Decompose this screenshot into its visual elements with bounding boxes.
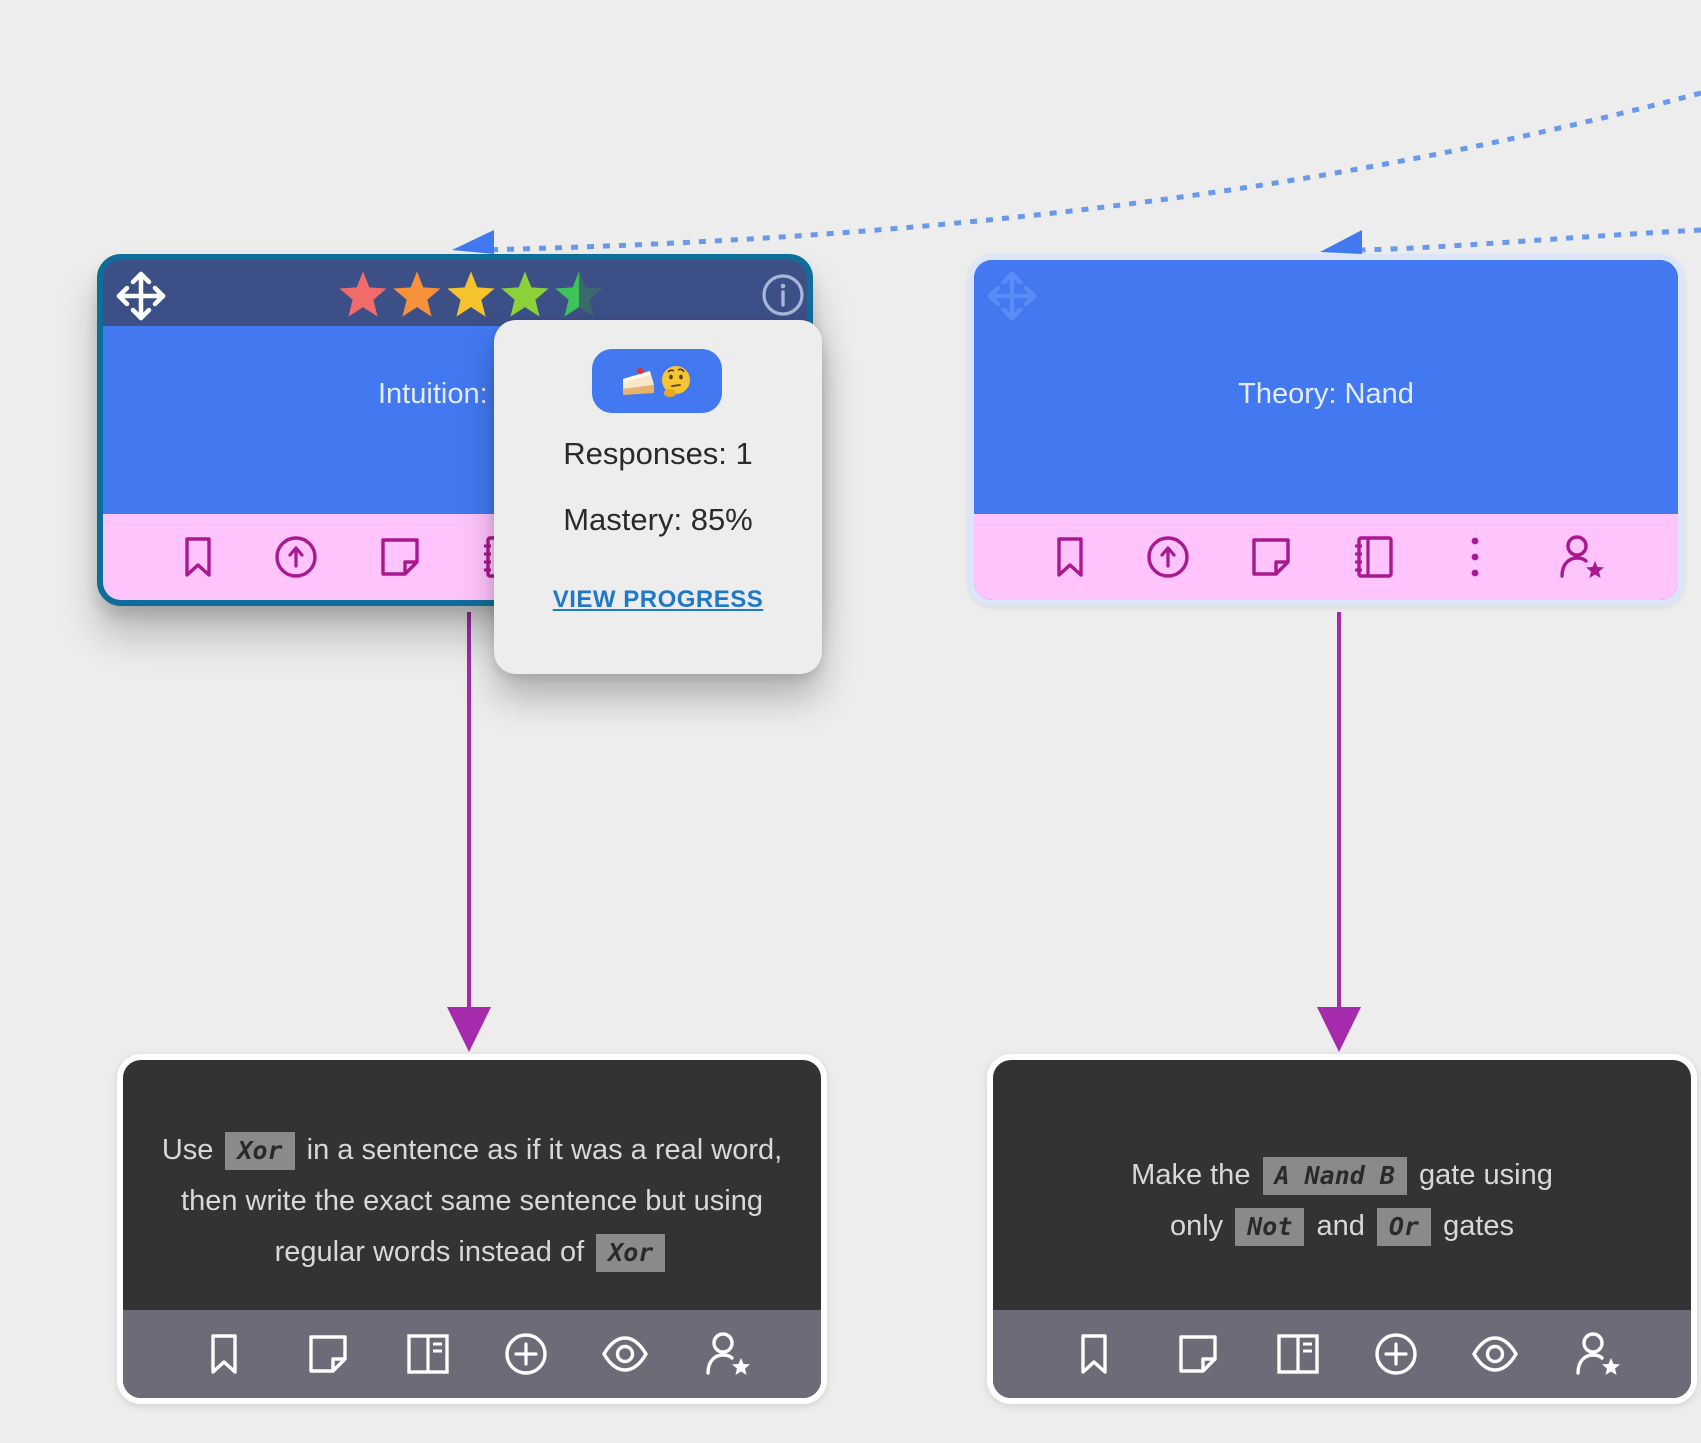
- sticky-note-icon[interactable]: [1247, 533, 1295, 581]
- code-chip: Or: [1376, 1208, 1431, 1247]
- dotted-arrowhead-theory: [1320, 230, 1362, 254]
- plus-circle-icon[interactable]: [502, 1330, 550, 1378]
- bookmark-icon[interactable]: [200, 1330, 248, 1378]
- arrowhead-theory-question: [1317, 1007, 1361, 1052]
- sticky-note-icon[interactable]: [1174, 1330, 1222, 1378]
- move-icon[interactable]: [115, 270, 167, 322]
- sticky-note-icon[interactable]: [376, 533, 424, 581]
- card-toolbar: [974, 514, 1678, 600]
- mastery-level: Mastery: 85%: [563, 502, 753, 537]
- plus-circle-icon[interactable]: [1372, 1330, 1420, 1378]
- sticky-note-icon[interactable]: [304, 1330, 352, 1378]
- arrow-up-circle-icon[interactable]: [1144, 533, 1192, 581]
- question-card-nand[interactable]: Make the A Nand B gate using only Not an…: [987, 1054, 1697, 1404]
- bookmark-icon[interactable]: [1046, 533, 1094, 581]
- eye-icon[interactable]: [601, 1330, 649, 1378]
- star-icon[interactable]: [336, 268, 390, 322]
- move-icon[interactable]: [986, 270, 1038, 322]
- code-chip: Xor: [225, 1131, 295, 1170]
- dotted-arrow-to-intuition: [479, 90, 1701, 253]
- question-text-part: gates: [1443, 1210, 1515, 1242]
- question-text-part: gate using: [1419, 1159, 1553, 1191]
- user-star-icon[interactable]: [1575, 1330, 1623, 1378]
- question-text-part: then write the exact same sentence but u…: [181, 1184, 763, 1217]
- star-icon[interactable]: [390, 268, 444, 322]
- cake-icon: [623, 367, 654, 395]
- dotted-arrow-to-theory: [1359, 227, 1701, 253]
- card-header: [974, 260, 1678, 326]
- question-text-part: regular words instead of: [274, 1235, 585, 1268]
- question-text-part: Make the: [1131, 1159, 1251, 1191]
- card-header: [103, 260, 807, 326]
- bookmark-icon[interactable]: [174, 533, 222, 581]
- card-title: Theory: Nand: [1238, 377, 1414, 410]
- question-text: Use Xor in a sentence as if it was a rea…: [123, 1060, 821, 1320]
- split-view-icon[interactable]: [1274, 1330, 1322, 1378]
- responses-count: Responses: 1: [563, 436, 753, 471]
- user-star-icon[interactable]: [705, 1330, 753, 1378]
- star-icon[interactable]: [444, 268, 498, 322]
- question-text-part: Use: [161, 1133, 214, 1166]
- arrow-up-circle-icon[interactable]: [272, 533, 320, 581]
- user-star-icon[interactable]: [1559, 533, 1607, 581]
- question-toolbar: [993, 1310, 1691, 1398]
- view-progress-link[interactable]: VIEW PROGRESS: [494, 586, 822, 614]
- question-text-part: only: [1169, 1210, 1224, 1242]
- code-chip: Not: [1235, 1208, 1305, 1247]
- star-rating[interactable]: [336, 268, 606, 322]
- question-text: Make the A Nand B gate using only Not an…: [993, 1060, 1691, 1320]
- more-vertical-icon[interactable]: [1451, 533, 1499, 581]
- concept-card-theory-nand[interactable]: Theory: Nand: [968, 254, 1684, 606]
- question-text-part: in a sentence as if it was a real word,: [306, 1133, 783, 1166]
- progress-popover: Responses: 1 Mastery: 85% VIEW PROGRESS: [494, 320, 822, 674]
- eye-icon[interactable]: [1471, 1330, 1519, 1378]
- dotted-arrowhead-intuition: [452, 230, 494, 254]
- half-star-icon[interactable]: [552, 268, 606, 322]
- code-chip: Xor: [596, 1233, 666, 1272]
- split-view-icon[interactable]: [404, 1330, 452, 1378]
- question-text-part: and: [1316, 1210, 1365, 1242]
- star-icon[interactable]: [498, 268, 552, 322]
- arrowhead-intuition-question: [447, 1007, 491, 1052]
- cake-thinking-face-emoji: [592, 349, 722, 413]
- info-icon[interactable]: [761, 273, 805, 317]
- notebook-icon[interactable]: [1350, 533, 1398, 581]
- thinking-face-icon: [662, 366, 690, 397]
- code-chip: A Nand B: [1262, 1157, 1407, 1196]
- bookmark-icon[interactable]: [1070, 1330, 1118, 1378]
- question-toolbar: [123, 1310, 821, 1398]
- question-card-xor[interactable]: Use Xor in a sentence as if it was a rea…: [117, 1054, 827, 1404]
